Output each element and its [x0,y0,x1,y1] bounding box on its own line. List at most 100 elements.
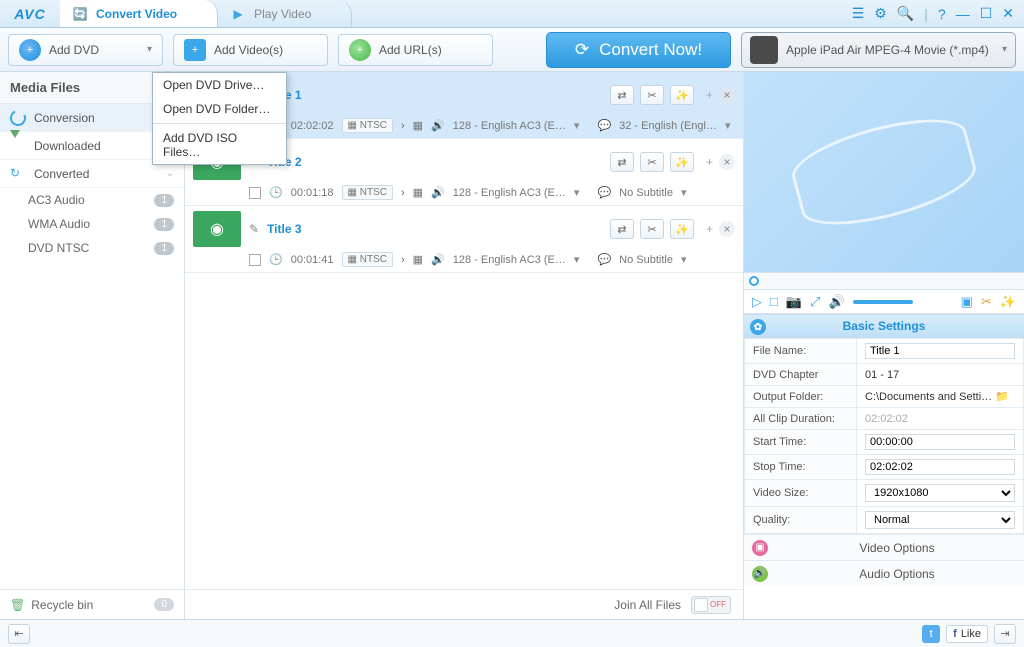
folder-icon[interactable]: 📁 [995,391,1009,403]
video-options-row[interactable]: ▣ Video Options [744,534,1024,560]
add-icon[interactable]: + [706,88,713,102]
swap-icon[interactable]: ⇄ [610,152,634,172]
gear-icon: ✿ [750,319,766,335]
audio-track[interactable]: 128 - English AC3 (E… [453,187,566,199]
chevron-down-icon[interactable]: ▾ [681,186,687,199]
dvd-chapter-value[interactable]: 01 - 17 [857,364,1024,386]
panel-toggle-right[interactable]: ⇥ [994,624,1016,644]
recycle-bin[interactable]: 🗑 Recycle bin 0 [0,589,184,619]
cut-icon[interactable]: ✂ [640,85,664,105]
wand-icon[interactable]: ✨ [670,152,694,172]
video-standard: ▦ NTSC [342,185,393,200]
add-icon[interactable]: + [706,155,713,169]
list-icon[interactable]: ☰ [852,5,865,22]
remove-icon[interactable]: × [719,87,735,103]
preview-seek-slider[interactable] [744,272,1024,290]
stop-icon[interactable]: □ [770,294,778,309]
minimize-icon[interactable]: — [956,6,970,22]
chevron-down-icon[interactable]: ▾ [574,119,580,132]
audio-track[interactable]: 128 - English AC3 (E… [453,120,566,132]
chevron-down-icon[interactable]: ▾ [725,119,731,132]
wand-icon[interactable]: ✨ [670,85,694,105]
stop-time-input[interactable] [865,459,1015,475]
chevron-right-icon[interactable]: › [401,254,405,266]
media-row[interactable]: ◉ ✎ Title 3 ⇄ ✂ ✨ + × 🕒 00:01:41 ▦ NTSC … [185,206,743,273]
sidebar-sub-ac3[interactable]: AC3 Audio 1 [0,188,184,212]
scissors-icon[interactable]: ✂ [981,294,992,310]
swap-icon[interactable]: ⇄ [610,219,634,239]
menu-add-dvd-iso[interactable]: Add DVD ISO Files… [153,126,286,164]
add-dvd-button[interactable]: + Add DVD ▾ [8,34,163,66]
chevron-down-icon[interactable]: ▾ [574,253,580,266]
add-urls-button[interactable]: + Add URL(s) [338,34,493,66]
bottom-bar: ⇤ t fLike ⇥ [0,619,1024,647]
maximize-icon[interactable]: ☐ [980,5,993,22]
tab-play-video[interactable]: ▶ Play Video [218,0,352,27]
wand-icon[interactable]: ✨ [1000,294,1016,310]
subtitle-track[interactable]: No Subtitle [619,187,673,199]
close-icon[interactable]: ✕ [1002,5,1014,22]
cut-icon[interactable]: ✂ [640,152,664,172]
file-name-input[interactable] [865,343,1015,359]
remove-icon[interactable]: × [719,154,735,170]
basic-settings-header[interactable]: ✿ Basic Settings [744,314,1024,338]
expand-icon[interactable]: ⤢ [810,294,820,310]
label-output-folder: Output Folder: [745,386,857,408]
label-start-time: Start Time: [745,430,857,455]
play-icon[interactable]: ▷ [752,294,762,310]
sidebar-sub-wma[interactable]: WMA Audio 1 [0,212,184,236]
subtitle-track[interactable]: 32 - English (Engl… [619,120,717,132]
menu-open-dvd-drive[interactable]: Open DVD Drive… [153,73,286,97]
facebook-like-button[interactable]: fLike [946,625,988,643]
add-videos-button[interactable]: + Add Video(s) [173,34,328,66]
subtitle-track[interactable]: No Subtitle [619,254,673,266]
video-icon: ▣ [752,540,768,556]
edit-icon[interactable]: ✎ [249,222,259,236]
checkbox[interactable] [249,187,261,199]
chevron-down-icon[interactable]: ▾ [574,186,580,199]
tab-convert-video[interactable]: 🔄 Convert Video [60,0,218,27]
quality-select[interactable]: Normal [865,511,1015,529]
tab-label: Convert Video [96,7,177,21]
cut-icon[interactable]: ✂ [640,219,664,239]
wand-icon[interactable]: ✨ [670,219,694,239]
checkbox[interactable] [249,254,261,266]
add-icon[interactable]: + [706,222,713,236]
panel-toggle-left[interactable]: ⇤ [8,624,30,644]
help-icon[interactable]: ? [938,6,946,22]
button-label: Add URL(s) [379,43,442,57]
output-folder-value[interactable]: C:\Documents and Setti… 📁 [857,386,1024,408]
media-title[interactable]: Title 3 [267,222,301,236]
sidebar-sub-dvdntsc[interactable]: DVD NTSC 1 [0,236,184,260]
crop-icon[interactable]: ▣ [961,294,973,310]
camera-icon[interactable]: 📷 [786,294,802,310]
download-icon [10,138,26,154]
profile-label: Apple iPad Air MPEG-4 Movie (*.mp4) [786,43,1002,57]
video-size-select[interactable]: 1920x1080 [865,484,1015,502]
chevron-right-icon[interactable]: › [401,187,405,199]
audio-track[interactable]: 128 - English AC3 (E… [453,254,566,266]
row-label: Video Options [778,541,1016,555]
twitter-button[interactable]: t [922,625,940,643]
search-icon[interactable]: 🔍 [897,5,914,22]
refresh-icon: ⟳ [575,40,589,60]
start-time-input[interactable] [865,434,1015,450]
chevron-right-icon[interactable]: › [401,120,405,132]
remove-icon[interactable]: × [719,221,735,237]
volume-icon[interactable]: 🔊 [828,294,844,310]
menu-open-dvd-folder[interactable]: Open DVD Folder… [153,97,286,121]
count-badge: 1 [154,194,174,207]
row-label: Audio Options [778,567,1016,581]
swap-icon[interactable]: ⇄ [610,85,634,105]
chevron-down-icon: ⌄ [166,168,174,179]
chevron-down-icon[interactable]: ▾ [681,253,687,266]
sub-label: DVD NTSC [28,241,89,255]
volume-slider[interactable] [853,300,913,304]
chevron-down-icon: ▾ [1002,44,1007,55]
convert-now-button[interactable]: ⟳ Convert Now! [546,32,731,68]
join-toggle[interactable]: OFF [691,596,731,614]
gear-icon[interactable]: ⚙ [874,5,887,22]
button-label: Add DVD [49,43,99,57]
audio-options-row[interactable]: 🔊 Audio Options [744,560,1024,586]
output-profile-button[interactable]: Apple iPad Air MPEG-4 Movie (*.mp4) ▾ [741,32,1016,68]
